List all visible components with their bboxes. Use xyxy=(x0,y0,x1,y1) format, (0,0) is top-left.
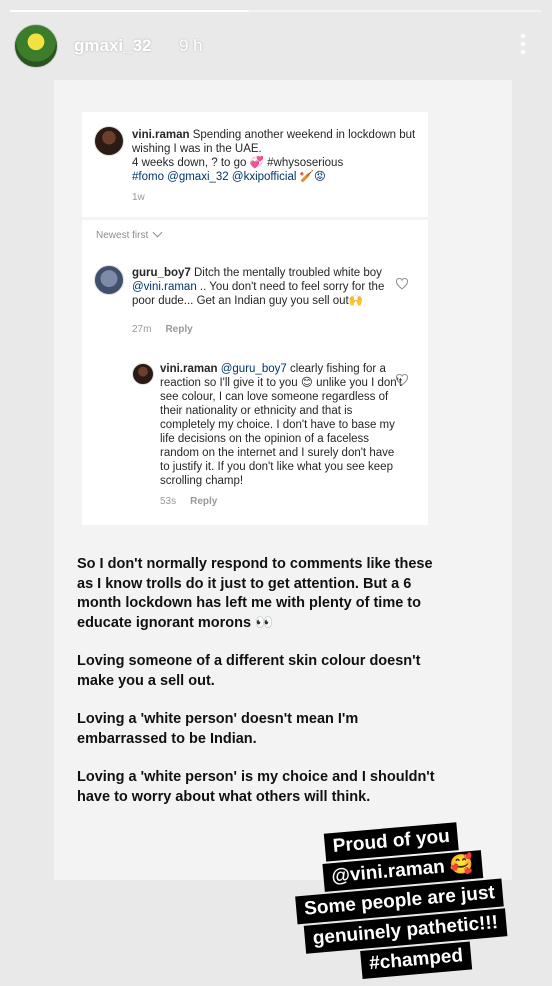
heart-icon xyxy=(396,278,408,290)
sort-dropdown: Newest first xyxy=(96,227,163,241)
reply-text: vini.raman @guru_boy7 clearly fishing fo… xyxy=(160,362,405,488)
more-options-icon[interactable] xyxy=(520,32,526,58)
comment-time: 27m xyxy=(132,324,152,335)
story-progress-bar xyxy=(10,10,542,12)
post-caption: vini.raman Spending another weekend in l… xyxy=(132,128,417,184)
reply-username: vini.raman xyxy=(160,363,218,375)
comment-text: guru_boy7 Ditch the mentally troubled wh… xyxy=(132,266,392,308)
caption-paragraph: Loving a 'white person' doesn't mean I'm… xyxy=(77,711,359,747)
caption-paragraph: Loving a 'white person' is my choice and… xyxy=(77,769,435,805)
text-sticker: Proud of you @vini.raman 🥰 Some people a… xyxy=(290,816,542,986)
post-author-username: vini.raman xyxy=(132,129,190,141)
story-username[interactable]: gmaxi_32 xyxy=(74,36,152,56)
post-caption-tags: #fomo @gmaxi_32 @kxipofficial 🏏😡 xyxy=(132,171,326,183)
heart-icon xyxy=(396,374,408,386)
sort-label: Newest first xyxy=(96,230,149,241)
reply-body: clearly fishing for a reaction so I'll g… xyxy=(160,363,403,487)
chevron-down-icon xyxy=(152,227,163,238)
post-timestamp: 1w xyxy=(132,192,145,203)
comment-meta: 27m Reply xyxy=(132,324,193,335)
post-author-avatar xyxy=(94,126,124,156)
comment-username: guru_boy7 xyxy=(132,267,191,279)
reply-reply-link: Reply xyxy=(190,496,218,507)
post-caption-line2: 4 weeks down, ? to go 💞 #whysoserious xyxy=(132,157,344,169)
story-header: gmaxi_32 9 h xyxy=(14,24,538,68)
story-caption: So I don't normally respond to comments … xyxy=(77,555,437,826)
reply-mention: @guru_boy7 xyxy=(220,363,287,375)
reply-avatar xyxy=(132,363,154,385)
comment-avatar xyxy=(94,265,124,295)
comments-card: Newest first guru_boy7 Ditch the mentall… xyxy=(82,220,428,525)
comment-body: Ditch the mentally troubled white boy xyxy=(190,267,382,279)
avatar[interactable] xyxy=(14,24,58,68)
comment-reply-link: Reply xyxy=(165,324,193,335)
comment-mention: @vini.raman xyxy=(132,281,197,293)
reply-meta: 53s Reply xyxy=(160,496,217,507)
embedded-post-card: vini.raman Spending another weekend in l… xyxy=(82,112,428,217)
caption-paragraph: Loving someone of a different skin colou… xyxy=(77,653,421,689)
story-time: 9 h xyxy=(179,36,203,55)
reply-time: 53s xyxy=(160,496,177,507)
story-progress-fill xyxy=(10,10,250,12)
caption-paragraph: So I don't normally respond to comments … xyxy=(77,556,433,631)
